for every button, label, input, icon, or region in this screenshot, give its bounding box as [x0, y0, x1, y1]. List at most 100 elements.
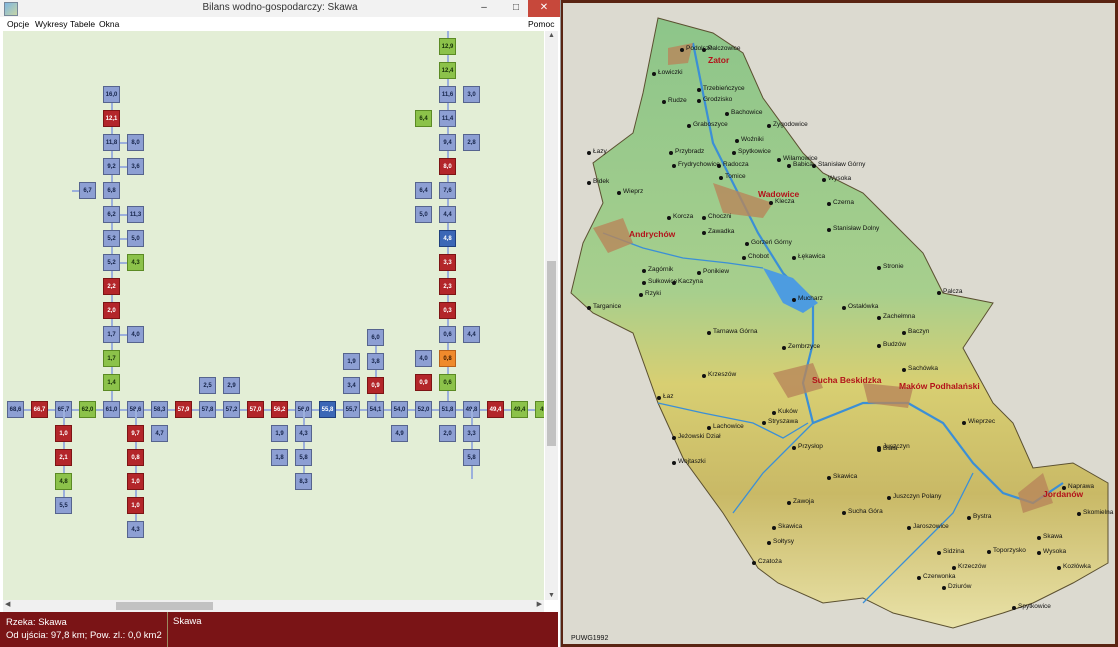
far-right-node[interactable]: 8,0: [439, 158, 456, 175]
scroll-up-icon[interactable]: ▲: [545, 32, 558, 39]
far-right-node[interactable]: 4,8: [439, 230, 456, 247]
far-right-node[interactable]: 4,4: [439, 206, 456, 223]
far-right-node[interactable]: 4,0: [415, 350, 432, 367]
side-node[interactable]: 11,3: [127, 206, 144, 223]
far-right-down-node[interactable]: 2,0: [439, 425, 456, 442]
right-up-node[interactable]: 0,9: [367, 377, 384, 394]
main-node[interactable]: 49: [535, 401, 544, 418]
scroll-right-icon[interactable]: ▶: [537, 600, 542, 608]
main-node[interactable]: 57,2: [223, 401, 240, 418]
far-right-node[interactable]: 6,4: [415, 110, 432, 127]
left-branch-node[interactable]: 1,7: [103, 326, 120, 343]
left-branch-node[interactable]: 5,2: [103, 230, 120, 247]
center-down-node[interactable]: 1,0: [127, 473, 144, 490]
right-up-node[interactable]: 1,9: [343, 353, 360, 370]
main-node[interactable]: 56,2: [271, 401, 288, 418]
menu-wykresy[interactable]: Wykresy: [35, 19, 68, 29]
center-down-node[interactable]: 4,7: [151, 425, 168, 442]
left-branch-node[interactable]: 9,2: [103, 158, 120, 175]
menu-tabele[interactable]: Tabele: [70, 19, 95, 29]
minimize-button[interactable]: –: [470, 0, 498, 17]
main-node[interactable]: 55,8: [319, 401, 336, 418]
far-right-node[interactable]: 0,8: [439, 350, 456, 367]
left-down-node[interactable]: 4,8: [55, 473, 72, 490]
right-up-node[interactable]: 6,0: [367, 329, 384, 346]
left-branch-node[interactable]: 1,4: [103, 374, 120, 391]
mid-down-node[interactable]: 1,8: [271, 449, 288, 466]
main-node[interactable]: 57,0: [247, 401, 264, 418]
center-down-node[interactable]: 4,3: [127, 521, 144, 538]
side-node[interactable]: 3,6: [127, 158, 144, 175]
side-node[interactable]: 8,0: [127, 134, 144, 151]
far-right-node[interactable]: 6,4: [415, 182, 432, 199]
water-balance-scheme[interactable]: 68,666,765,762,061,058,658,357,957,857,2…: [3, 31, 544, 600]
far-right-node[interactable]: 4,4: [463, 326, 480, 343]
menu-okna[interactable]: Okna: [99, 19, 119, 29]
center-down-node[interactable]: 9,7: [127, 425, 144, 442]
side-node[interactable]: 4,0: [127, 326, 144, 343]
mid-down-node[interactable]: 5,8: [295, 449, 312, 466]
left-down-node[interactable]: 1,0: [55, 425, 72, 442]
far-right-node[interactable]: 0,6: [439, 326, 456, 343]
far-right-node[interactable]: 11,4: [439, 110, 456, 127]
side-node[interactable]: 4,3: [127, 254, 144, 271]
main-node[interactable]: 66,7: [31, 401, 48, 418]
far-right-down-node[interactable]: 5,8: [463, 449, 480, 466]
main-node[interactable]: 57,9: [175, 401, 192, 418]
center-up-node[interactable]: 2,5: [199, 377, 216, 394]
far-right-node[interactable]: 2,8: [463, 134, 480, 151]
scroll-left-icon[interactable]: ◀: [5, 600, 10, 608]
far-right-node[interactable]: 7,6: [439, 182, 456, 199]
main-node[interactable]: 68,6: [7, 401, 24, 418]
right-down-node[interactable]: 4,9: [391, 425, 408, 442]
side-node[interactable]: 5,0: [127, 230, 144, 247]
left-down-node[interactable]: 5,5: [55, 497, 72, 514]
far-right-node[interactable]: 12,4: [439, 62, 456, 79]
left-branch-node[interactable]: 16,0: [103, 86, 120, 103]
far-right-node[interactable]: 0,9: [415, 374, 432, 391]
far-right-node[interactable]: 9,4: [439, 134, 456, 151]
mid-down-node[interactable]: 8,3: [295, 473, 312, 490]
main-node[interactable]: 49,4: [487, 401, 504, 418]
mid-down-node[interactable]: 1,9: [271, 425, 288, 442]
main-node[interactable]: 49,4: [511, 401, 528, 418]
vertical-scroll-thumb[interactable]: [547, 261, 556, 446]
far-right-node[interactable]: 2,3: [439, 278, 456, 295]
center-up-node[interactable]: 2,9: [223, 377, 240, 394]
far-right-node[interactable]: 3,3: [439, 254, 456, 271]
main-node[interactable]: 54,1: [367, 401, 384, 418]
right-up-node[interactable]: 3,8: [367, 353, 384, 370]
main-node[interactable]: 55,7: [343, 401, 360, 418]
main-node[interactable]: 51,8: [439, 401, 456, 418]
mid-down-node[interactable]: 4,3: [295, 425, 312, 442]
far-right-node[interactable]: 12,9: [439, 38, 456, 55]
side-node[interactable]: 6,7: [79, 182, 96, 199]
left-down-node[interactable]: 2,1: [55, 449, 72, 466]
vertical-scrollbar[interactable]: ▲ ▼: [545, 31, 558, 600]
main-node[interactable]: 62,0: [79, 401, 96, 418]
left-branch-node[interactable]: 1,7: [103, 350, 120, 367]
horizontal-scroll-thumb[interactable]: [116, 602, 213, 610]
far-right-node[interactable]: 3,0: [463, 86, 480, 103]
left-branch-node[interactable]: 12,1: [103, 110, 120, 127]
far-right-node[interactable]: 11,6: [439, 86, 456, 103]
main-node[interactable]: 52,0: [415, 401, 432, 418]
scroll-down-icon[interactable]: ▼: [545, 592, 558, 599]
center-down-node[interactable]: 0,8: [127, 449, 144, 466]
main-node[interactable]: 57,8: [199, 401, 216, 418]
main-node[interactable]: 61,0: [103, 401, 120, 418]
far-right-node[interactable]: 5,0: [415, 206, 432, 223]
center-down-node[interactable]: 1,0: [127, 497, 144, 514]
far-right-node[interactable]: 0,6: [439, 374, 456, 391]
menu-opcje[interactable]: Opcje: [7, 19, 29, 29]
left-branch-node[interactable]: 6,2: [103, 206, 120, 223]
far-right-node[interactable]: 0,3: [439, 302, 456, 319]
main-node[interactable]: 58,3: [151, 401, 168, 418]
left-branch-node[interactable]: 2,2: [103, 278, 120, 295]
maximize-button[interactable]: □: [502, 0, 530, 17]
left-branch-node[interactable]: 2,0: [103, 302, 120, 319]
left-branch-node[interactable]: 5,2: [103, 254, 120, 271]
main-node[interactable]: 54,0: [391, 401, 408, 418]
far-right-down-node[interactable]: 3,3: [463, 425, 480, 442]
left-branch-node[interactable]: 6,8: [103, 182, 120, 199]
